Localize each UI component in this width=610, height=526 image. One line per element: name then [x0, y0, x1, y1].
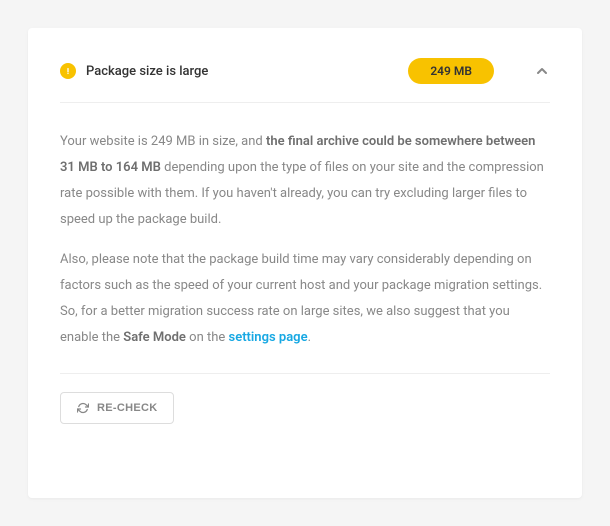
- chevron-up-icon[interactable]: [534, 63, 550, 79]
- size-badge: 249 MB: [408, 58, 494, 84]
- card-title: Package size is large: [86, 64, 208, 79]
- card-footer: RE-CHECK: [60, 374, 550, 424]
- recheck-button[interactable]: RE-CHECK: [60, 392, 174, 424]
- package-size-warning-card: Package size is large 249 MB Your websit…: [28, 28, 582, 498]
- card-header[interactable]: Package size is large 249 MB: [60, 58, 550, 103]
- card-body: Your website is 249 MB in size, and the …: [60, 103, 550, 374]
- refresh-icon: [77, 402, 89, 414]
- recheck-label: RE-CHECK: [97, 402, 157, 414]
- body-paragraph-2: Also, please note that the package build…: [60, 247, 550, 351]
- body-p2-bold: Safe Mode: [123, 330, 186, 345]
- settings-page-link[interactable]: settings page: [229, 330, 308, 345]
- body-p2-suffix: .: [308, 330, 311, 345]
- body-paragraph-1: Your website is 249 MB in size, and the …: [60, 129, 550, 233]
- body-p1-prefix: Your website is 249 MB in size, and: [60, 134, 266, 149]
- body-p2-mid: on the: [186, 330, 229, 345]
- warning-icon: [60, 63, 76, 79]
